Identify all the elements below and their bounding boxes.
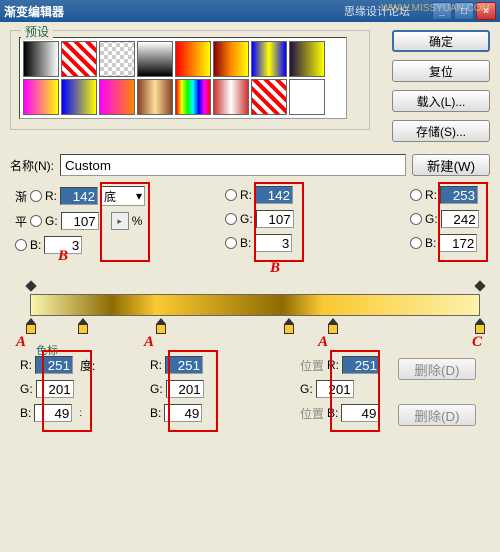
r-input-a3[interactable]	[342, 356, 380, 374]
swatch-grid[interactable]	[19, 37, 347, 119]
radio-r[interactable]	[30, 190, 42, 202]
opacity-stop[interactable]	[475, 280, 485, 292]
new-button[interactable]: 新建(W)	[412, 154, 490, 176]
g-input-a3[interactable]	[316, 380, 354, 398]
opacity-stop[interactable]	[26, 280, 36, 292]
radio-r[interactable]	[410, 189, 422, 201]
color-stop[interactable]	[475, 318, 485, 332]
b-input-c[interactable]	[439, 234, 477, 252]
swatch[interactable]	[175, 41, 211, 77]
color-stop[interactable]	[284, 318, 294, 332]
r-input-b1[interactable]	[60, 187, 98, 205]
b-input-a3[interactable]	[341, 404, 379, 422]
watermark-url: WWW.MISSYUAN.COM	[381, 3, 490, 14]
swatch[interactable]	[289, 41, 325, 77]
swatch[interactable]	[23, 79, 59, 115]
g-input-b1[interactable]	[61, 212, 99, 230]
annotation-b: B	[270, 260, 280, 277]
color-stop[interactable]	[78, 318, 88, 332]
annotation-c: C	[472, 334, 482, 351]
r-input-b2[interactable]	[255, 186, 293, 204]
gradient-bar[interactable]	[30, 294, 480, 316]
swatch[interactable]	[213, 41, 249, 77]
color-stop[interactable]	[26, 318, 36, 332]
titlebar: 渐变编辑器 思缘设计论坛 WWW.MISSYUAN.COM _ □ ×	[0, 0, 500, 22]
radio-b[interactable]	[15, 239, 27, 251]
g-input-a2[interactable]	[166, 380, 204, 398]
swatch[interactable]	[213, 79, 249, 115]
swatch[interactable]	[251, 41, 287, 77]
presets-panel: 预设	[10, 30, 370, 130]
swatch[interactable]	[175, 79, 211, 115]
r-input-a1[interactable]	[35, 356, 73, 374]
load-button[interactable]: 载入(L)...	[392, 90, 490, 112]
r-input-c[interactable]	[440, 186, 478, 204]
swatch[interactable]	[137, 41, 173, 77]
reset-button[interactable]: 复位	[392, 60, 490, 82]
color-stop[interactable]	[156, 318, 166, 332]
swatch[interactable]	[289, 79, 325, 115]
ok-button[interactable]: 确定	[392, 30, 490, 52]
pos-label: 位置	[300, 405, 324, 422]
delete-button[interactable]: 删除(D)	[398, 404, 476, 426]
annotation-a: A	[16, 334, 26, 351]
presets-label: 预设	[21, 23, 53, 40]
g-input-a1[interactable]	[36, 380, 74, 398]
arrow-button[interactable]: ▸	[111, 212, 129, 230]
g-input-c[interactable]	[441, 210, 479, 228]
g-input-b2[interactable]	[256, 210, 294, 228]
radio-g[interactable]	[30, 215, 42, 227]
deg-label: 度:	[80, 357, 95, 374]
save-button[interactable]: 存储(S)...	[392, 120, 490, 142]
smooth-label: 平	[15, 213, 27, 230]
swatch[interactable]	[61, 79, 97, 115]
radio-b[interactable]	[225, 237, 237, 249]
name-label: 名称(N):	[10, 157, 54, 174]
annotation-b: B	[58, 248, 68, 265]
type-label: 渐	[15, 188, 27, 205]
annotation-a: A	[144, 334, 154, 351]
name-input[interactable]	[60, 154, 406, 176]
radio-g[interactable]	[225, 213, 237, 225]
annotation-a: A	[318, 334, 328, 351]
r-input-a2[interactable]	[165, 356, 203, 374]
pos-label: 位置	[300, 357, 324, 374]
radio-b[interactable]	[410, 237, 422, 249]
b-input-a1[interactable]	[34, 404, 72, 422]
delete-button[interactable]: 删除(D)	[398, 358, 476, 380]
swatch[interactable]	[23, 41, 59, 77]
swatch[interactable]	[251, 79, 287, 115]
swatch[interactable]	[99, 79, 135, 115]
swatch[interactable]	[99, 41, 135, 77]
swatch[interactable]	[61, 41, 97, 77]
b-input-b2[interactable]	[254, 234, 292, 252]
radio-r[interactable]	[225, 189, 237, 201]
radio-g[interactable]	[410, 213, 422, 225]
swatch[interactable]	[137, 79, 173, 115]
type-dropdown[interactable]: 底	[101, 186, 145, 206]
color-stop[interactable]	[328, 318, 338, 332]
pct-label: %	[132, 214, 143, 228]
b-input-a2[interactable]	[164, 404, 202, 422]
